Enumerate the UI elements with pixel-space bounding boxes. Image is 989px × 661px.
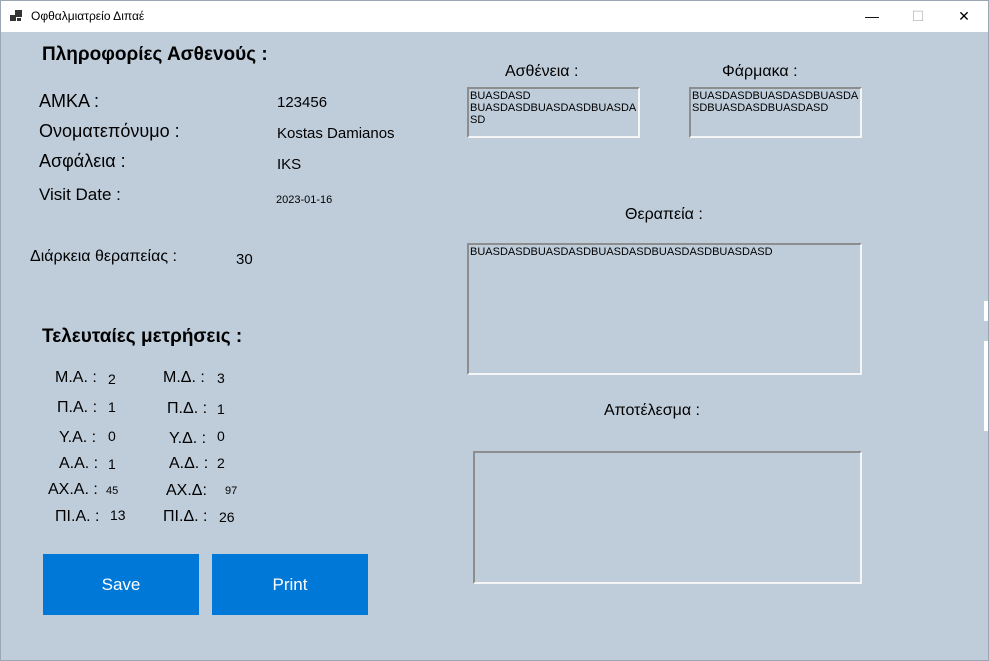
result-textbox[interactable]: [473, 451, 862, 584]
visit-date-value: 2023-01-16: [276, 194, 333, 206]
patient-info-heading: Πληροφορίες Ασθενούς :: [42, 44, 268, 65]
drugs-label: Φάρμακα :: [722, 63, 798, 80]
insurance-label: Ασφάλεια :: [39, 151, 126, 171]
title-bar[interactable]: Οφθαλμιατρείο Διπαέ — ☐ ✕: [1, 1, 988, 32]
pia-label: ΠΙ.Α. :: [55, 508, 100, 525]
minimize-button[interactable]: —: [849, 1, 895, 32]
yd-label: Υ.Δ. :: [169, 430, 207, 447]
ma-label: Μ.Α. :: [55, 369, 97, 386]
disease-textbox[interactable]: BUASDASD BUASDASDBUASDASDBUASDASD: [467, 87, 640, 138]
name-value: Kostas Damianos: [277, 125, 395, 142]
amka-value: 123456: [277, 94, 328, 111]
pia-value: 13: [110, 507, 126, 523]
md-value: 3: [217, 370, 225, 386]
ma-value: 2: [108, 371, 116, 387]
main-window: Οφθαλμιατρείο Διπαέ — ☐ ✕ Πληροφορίες Ασ…: [0, 0, 989, 661]
measurements-heading: Τελευταίες μετρήσεις :: [42, 326, 243, 347]
axd-label: ΑΧ.Δ:: [166, 482, 207, 499]
ad-label: Α.Δ. :: [169, 455, 209, 472]
disease-label: Ασθένεια :: [505, 63, 579, 80]
axa-value: 45: [106, 485, 119, 497]
edge-artifact: [984, 301, 988, 321]
save-button[interactable]: Save: [43, 554, 199, 615]
ya-value: 0: [108, 428, 116, 444]
md-label: Μ.Δ. :: [163, 369, 205, 386]
amka-label: ΑΜΚΑ :: [39, 91, 100, 111]
ya-label: Υ.Α. :: [59, 429, 97, 446]
window-title: Οφθαλμιατρείο Διπαέ: [31, 9, 145, 23]
pd-value: 1: [217, 401, 225, 417]
pid-value: 26: [219, 509, 235, 525]
duration-label: Διάρκεια θεραπείας :: [30, 248, 177, 265]
pa-label: Π.Α. :: [57, 399, 98, 416]
therapy-textbox[interactable]: BUASDASDBUASDASDBUASDASDBUASDASDBUASDASD: [467, 243, 862, 375]
pd-label: Π.Δ. :: [167, 400, 208, 417]
aa-label: Α.Α. :: [59, 455, 99, 472]
maximize-button[interactable]: ☐: [895, 1, 941, 32]
insurance-value: IKS: [277, 156, 302, 173]
aa-value: 1: [108, 456, 116, 472]
edge-artifact: [984, 341, 988, 431]
print-button[interactable]: Print: [212, 554, 368, 615]
ad-value: 2: [217, 455, 225, 471]
result-label: Αποτέλεσμα :: [604, 402, 700, 419]
yd-value: 0: [217, 428, 225, 444]
duration-value: 30: [236, 251, 253, 268]
axa-label: ΑΧ.Α. :: [48, 481, 98, 498]
therapy-label: Θεραπεία :: [625, 206, 703, 223]
visit-date-label: Visit Date :: [39, 185, 121, 204]
drugs-textbox[interactable]: BUASDASDBUASDASDBUASDASDBUASDASDBUASDASD: [689, 87, 862, 138]
app-window-icon: [10, 10, 22, 22]
pid-label: ΠΙ.Δ. :: [163, 508, 208, 525]
close-button[interactable]: ✕: [941, 1, 987, 32]
name-label: Ονοματεπόνυμο :: [39, 121, 180, 141]
axd-value: 97: [225, 485, 238, 497]
pa-value: 1: [108, 399, 116, 415]
